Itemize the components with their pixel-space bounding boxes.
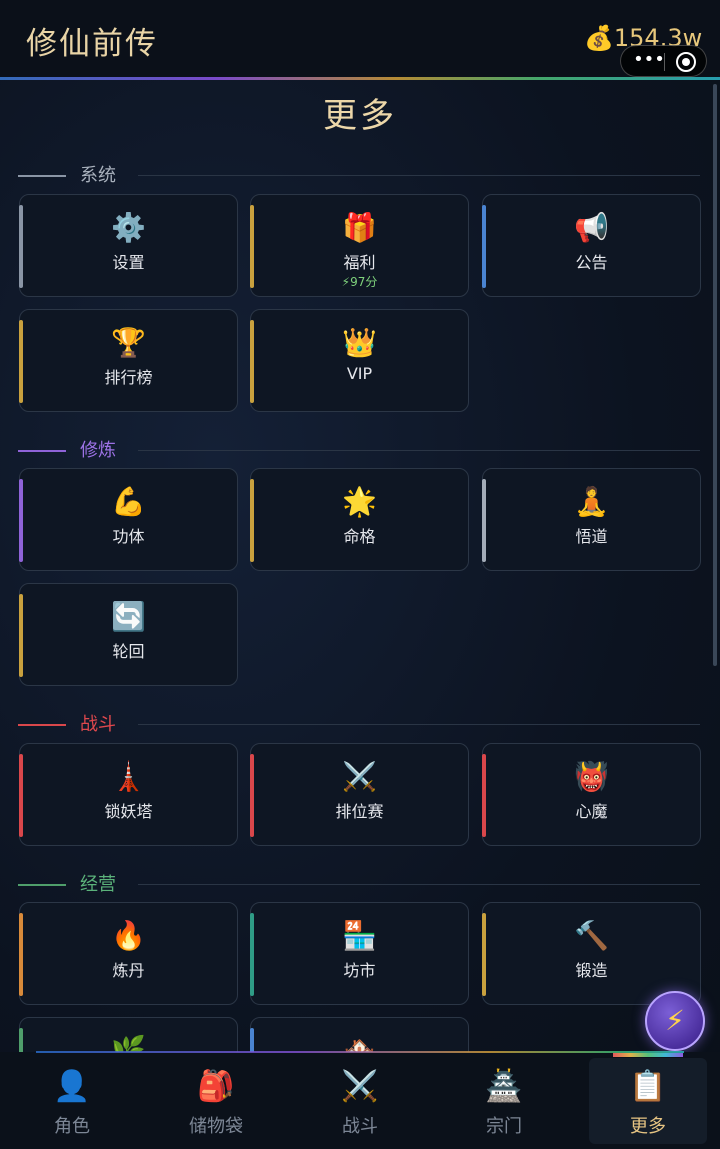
section-line (18, 175, 66, 177)
active-tab-indicator (613, 1053, 683, 1057)
gift-icon: 🎁 (342, 211, 377, 244)
card-label: 排行榜 (104, 368, 153, 387)
clipboard-icon: 📋 (629, 1069, 667, 1104)
menu-card-announcement[interactable]: 📢 公告 (482, 194, 701, 297)
nav-item-battle[interactable]: ⚔️ 战斗 (288, 1054, 432, 1149)
card-label: 命格 (343, 527, 376, 546)
lightning-icon: ⚡ (665, 1004, 685, 1037)
section-header-battle: 战斗 (0, 710, 720, 740)
menu-card-demon-tower[interactable]: 🗼 锁妖塔 (19, 743, 238, 846)
welfare-points-badge: ⚡97分 (341, 275, 378, 289)
nav-item-more[interactable]: 📋 更多 (589, 1053, 707, 1149)
menu-card-welfare[interactable]: 🎁 福利 ⚡97分 (250, 194, 469, 297)
more-options-button[interactable]: ••• (631, 50, 667, 72)
menu-card-inner-demon[interactable]: 👹 心魔 (482, 743, 701, 846)
menu-card-vip[interactable]: 👑 VIP (250, 309, 469, 412)
meditation-icon: 🧘 (574, 485, 609, 518)
section-label: 修炼 (80, 440, 116, 461)
card-label: 锻造 (575, 961, 608, 980)
page-title: 更多 (323, 96, 397, 136)
nav-label: 角色 (54, 1116, 90, 1137)
nav-label: 储物袋 (189, 1116, 243, 1137)
menu-card-ranking[interactable]: 🏆 排行榜 (19, 309, 238, 412)
quick-action-button[interactable]: ⚡ (645, 991, 705, 1051)
trophy-icon: 🏆 (111, 326, 146, 359)
menu-card-destiny[interactable]: 🌟 命格 (250, 468, 469, 571)
app-title: 修仙前传 (26, 26, 158, 62)
menu-card-market[interactable]: 🏪 坊市 (250, 902, 469, 1005)
section-label: 经营 (80, 874, 116, 895)
card-label: 炼丹 (112, 961, 145, 980)
gear-icon: ⚙️ (111, 211, 146, 244)
section-header-system: 系统 (0, 161, 720, 191)
card-label: 锁妖塔 (104, 802, 153, 821)
nav-label: 战斗 (342, 1116, 378, 1137)
character-icon: 👤 (53, 1069, 91, 1104)
crossed-swords-icon: ⚔️ (342, 760, 377, 793)
nav-label: 更多 (630, 1116, 666, 1137)
nav-divider (36, 1051, 684, 1053)
crown-icon: 👑 (342, 326, 377, 359)
megaphone-icon: 📢 (574, 211, 609, 244)
section-line (138, 884, 700, 885)
star-icon: 🌟 (342, 485, 377, 518)
mini-program-capsule: ••• (620, 45, 707, 77)
section-line (18, 724, 66, 726)
menu-card-settings[interactable]: ⚙️ 设置 (19, 194, 238, 297)
close-target-button[interactable] (676, 52, 696, 72)
menu-card-forging[interactable]: 🔨 锻造 (482, 902, 701, 1005)
fire-icon: 🔥 (111, 919, 146, 952)
section-line (138, 724, 700, 725)
card-label: 功体 (112, 527, 145, 546)
card-label: 排位赛 (335, 802, 384, 821)
cycle-icon: 🔄 (111, 600, 146, 633)
section-header-business: 经营 (0, 870, 720, 900)
header-divider (0, 77, 720, 80)
money-bag-icon: 💰 (584, 24, 614, 52)
menu-card-ranked-match[interactable]: ⚔️ 排位赛 (250, 743, 469, 846)
muscle-icon: 💪 (111, 485, 146, 518)
section-header-cultivate: 修炼 (0, 436, 720, 466)
tower-icon: 🗼 (111, 760, 146, 793)
section-label: 系统 (80, 165, 116, 186)
backpack-icon: 🎒 (197, 1069, 235, 1104)
card-label: 公告 (575, 253, 608, 272)
card-label: 悟道 (575, 527, 608, 546)
top-bar: 修仙前传 💰154.3w ••• (0, 0, 720, 80)
nav-item-storage-bag[interactable]: 🎒 储物袋 (144, 1054, 288, 1149)
menu-card-reincarnation[interactable]: 🔄 轮回 (19, 583, 238, 686)
nav-label: 宗门 (486, 1116, 522, 1137)
section-line (138, 450, 700, 451)
menu-card-enlightenment[interactable]: 🧘 悟道 (482, 468, 701, 571)
capsule-divider (664, 53, 665, 71)
nav-item-sect[interactable]: 🏯 宗门 (432, 1054, 576, 1149)
market-icon: 🏪 (342, 919, 377, 952)
nav-item-character[interactable]: 👤 角色 (0, 1054, 144, 1149)
card-label: 坊市 (343, 961, 376, 980)
card-label: 轮回 (112, 642, 145, 661)
menu-card-body-art[interactable]: 💪 功体 (19, 468, 238, 571)
card-label: VIP (346, 364, 373, 383)
section-label: 战斗 (80, 714, 116, 735)
card-label: 心魔 (575, 802, 608, 821)
demon-icon: 👹 (574, 760, 609, 793)
pagoda-icon: 🏯 (485, 1069, 523, 1104)
card-label: 福利 (343, 253, 376, 272)
menu-card-alchemy[interactable]: 🔥 炼丹 (19, 902, 238, 1005)
section-line (18, 450, 66, 452)
section-line (18, 884, 66, 886)
section-line (138, 175, 700, 176)
crossed-swords-icon: ⚔️ (341, 1069, 379, 1104)
hammer-icon: 🔨 (574, 919, 609, 952)
card-label: 设置 (112, 253, 145, 272)
